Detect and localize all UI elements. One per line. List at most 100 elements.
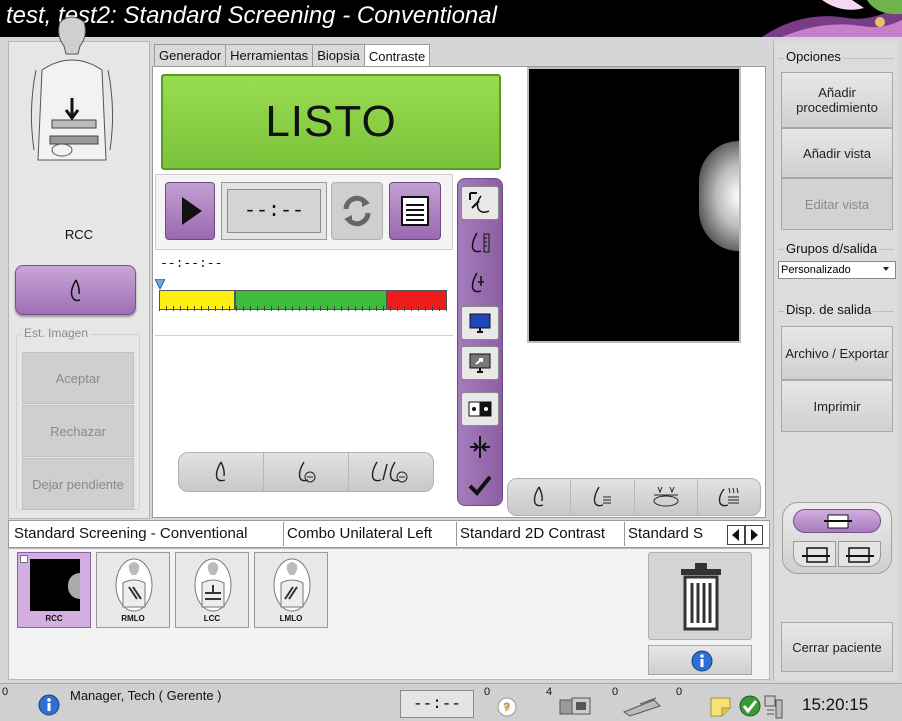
trash-button[interactable] <box>648 552 752 640</box>
clock: 15:20:15 <box>802 695 869 714</box>
invert-view-button[interactable] <box>461 392 499 426</box>
paddle-center-button[interactable] <box>793 509 881 533</box>
timing-list-button[interactable] <box>389 182 441 240</box>
thumbnail-rcc[interactable]: RCC <box>17 552 91 628</box>
device-queue-icon[interactable] <box>556 694 596 718</box>
breast-subtract-icon <box>298 461 316 483</box>
svg-text:?: ? <box>503 700 510 714</box>
procedure-tab-combo-unilateral[interactable]: Combo Unilateral Left <box>287 525 432 542</box>
paddle-left-button[interactable] <box>793 541 836 567</box>
output-group-select[interactable]: Personalizado <box>778 261 896 279</box>
paddle-right-button[interactable] <box>838 541 881 567</box>
user-info-icon[interactable] <box>38 694 60 716</box>
options-label: Opciones <box>784 49 843 64</box>
thumbnail-image <box>30 559 80 611</box>
low-energy-view-button[interactable] <box>179 453 264 491</box>
expose-view-button[interactable] <box>15 265 136 315</box>
thumbnail-rmlo[interactable]: RMLO <box>96 552 170 628</box>
thumbnail-label: LCC <box>203 614 221 623</box>
close-patient-button[interactable]: Cerrar paciente <box>781 622 893 672</box>
status-count-c: 0 <box>612 686 619 698</box>
breast-image <box>699 141 739 251</box>
thumbnail-lcc[interactable]: LCC <box>175 552 249 628</box>
tab-herramientas[interactable]: Herramientas <box>225 44 314 66</box>
breast-icon <box>533 486 544 507</box>
paddle-right-icon <box>846 547 874 563</box>
play-icon <box>182 197 202 225</box>
add-procedure-button[interactable]: Añadir procedimiento <box>781 72 893 128</box>
status-count-b: 4 <box>546 686 553 698</box>
info-icon <box>691 650 713 672</box>
procedure-tab-standard-s[interactable]: Standard S <box>628 525 726 542</box>
breast-outline-icon <box>70 279 81 302</box>
tab-biopsia[interactable]: Biopsia <box>312 44 365 66</box>
monitor-icon <box>469 313 491 333</box>
title-bar: test, test2: Standard Screening - Conven… <box>0 0 902 37</box>
start-timer-button[interactable] <box>165 182 215 240</box>
accept-image-button[interactable] <box>461 468 499 502</box>
pending-button[interactable]: Dejar pendiente <box>22 458 134 510</box>
note-icon[interactable] <box>708 694 734 718</box>
flower-banner-icon <box>762 0 902 37</box>
viewer-compress-button[interactable] <box>635 479 698 515</box>
compress-icon <box>653 486 679 507</box>
breast-split-icon <box>371 461 408 483</box>
image-status-legend: Est. Imagen <box>22 326 91 340</box>
accept-button[interactable]: Aceptar <box>22 352 134 404</box>
archive-export-button[interactable]: Archivo / Exportar <box>781 326 893 380</box>
send-view-button[interactable] <box>461 346 499 380</box>
current-user: Manager, Tech ( Gerente ) <box>70 688 222 703</box>
tab-contraste[interactable]: Contraste <box>363 44 431 67</box>
procedure-tab-standard-screening[interactable]: Standard Screening - Conventional <box>14 525 247 542</box>
elapsed-time: --:--:-- <box>160 256 223 271</box>
status-timer: --:-- <box>400 690 474 718</box>
tab-separator <box>456 522 457 546</box>
thumbnail-checkbox[interactable] <box>20 555 28 563</box>
breast-low-icon <box>215 461 226 482</box>
status-left-count: 0 <box>2 686 9 698</box>
fit-view-button[interactable] <box>461 186 499 220</box>
breast-slices-icon <box>718 487 739 507</box>
split-view-button[interactable] <box>349 453 433 491</box>
tab-scroll-right-button[interactable] <box>745 525 763 545</box>
system-ok-icon[interactable] <box>738 694 762 718</box>
viewer-stack-button[interactable] <box>571 479 635 515</box>
printer-queue-icon[interactable] <box>620 694 664 718</box>
tool-tabs: Generador Herramientas Biopsia Contraste <box>154 44 431 67</box>
monitor-view-button[interactable] <box>461 306 499 340</box>
help-disc-icon[interactable]: ? <box>496 696 518 718</box>
reject-button[interactable]: Rechazar <box>22 405 134 457</box>
image-preview <box>527 67 741 343</box>
subtracted-view-button[interactable] <box>264 453 349 491</box>
ruler-view-button[interactable] <box>461 226 499 260</box>
reset-timer-button[interactable] <box>331 182 383 240</box>
triangle-left-icon <box>732 529 739 541</box>
procedure-tab-standard-2d[interactable]: Standard 2D Contrast <box>460 525 605 542</box>
tab-generador[interactable]: Generador <box>154 44 227 66</box>
edit-view-button[interactable]: Editar vista <box>781 178 893 230</box>
refresh-icon <box>343 195 371 227</box>
info-button[interactable] <box>648 645 752 675</box>
print-button[interactable]: Imprimir <box>781 380 893 432</box>
thumbnail-lmlo[interactable]: LMLO <box>254 552 328 628</box>
ready-status-banner: LISTO <box>161 74 501 170</box>
trash-icon <box>681 563 721 631</box>
status-count-d: 0 <box>676 686 683 698</box>
invert-icon <box>468 401 492 417</box>
output-group-value: Personalizado <box>781 264 851 276</box>
rmlo-diagram-icon <box>115 558 153 612</box>
thumbnail-label: RMLO <box>121 614 145 623</box>
viewer-slices-button[interactable] <box>698 479 760 515</box>
output-devices-label: Disp. de salida <box>784 302 874 317</box>
dropdown-arrow-icon <box>883 267 889 271</box>
paddle-left-icon <box>802 547 830 563</box>
timeline-ticks <box>159 306 447 311</box>
triangle-right-icon <box>751 529 758 541</box>
add-view-button[interactable]: Añadir vista <box>781 128 893 178</box>
tab-scroll-left-button[interactable] <box>727 525 745 545</box>
flip-view-button[interactable] <box>461 430 499 464</box>
workstation-icon[interactable] <box>762 694 786 720</box>
viewer-low-button[interactable] <box>508 479 572 515</box>
fit-view-icon <box>469 192 490 214</box>
touch-view-button[interactable] <box>461 266 499 300</box>
